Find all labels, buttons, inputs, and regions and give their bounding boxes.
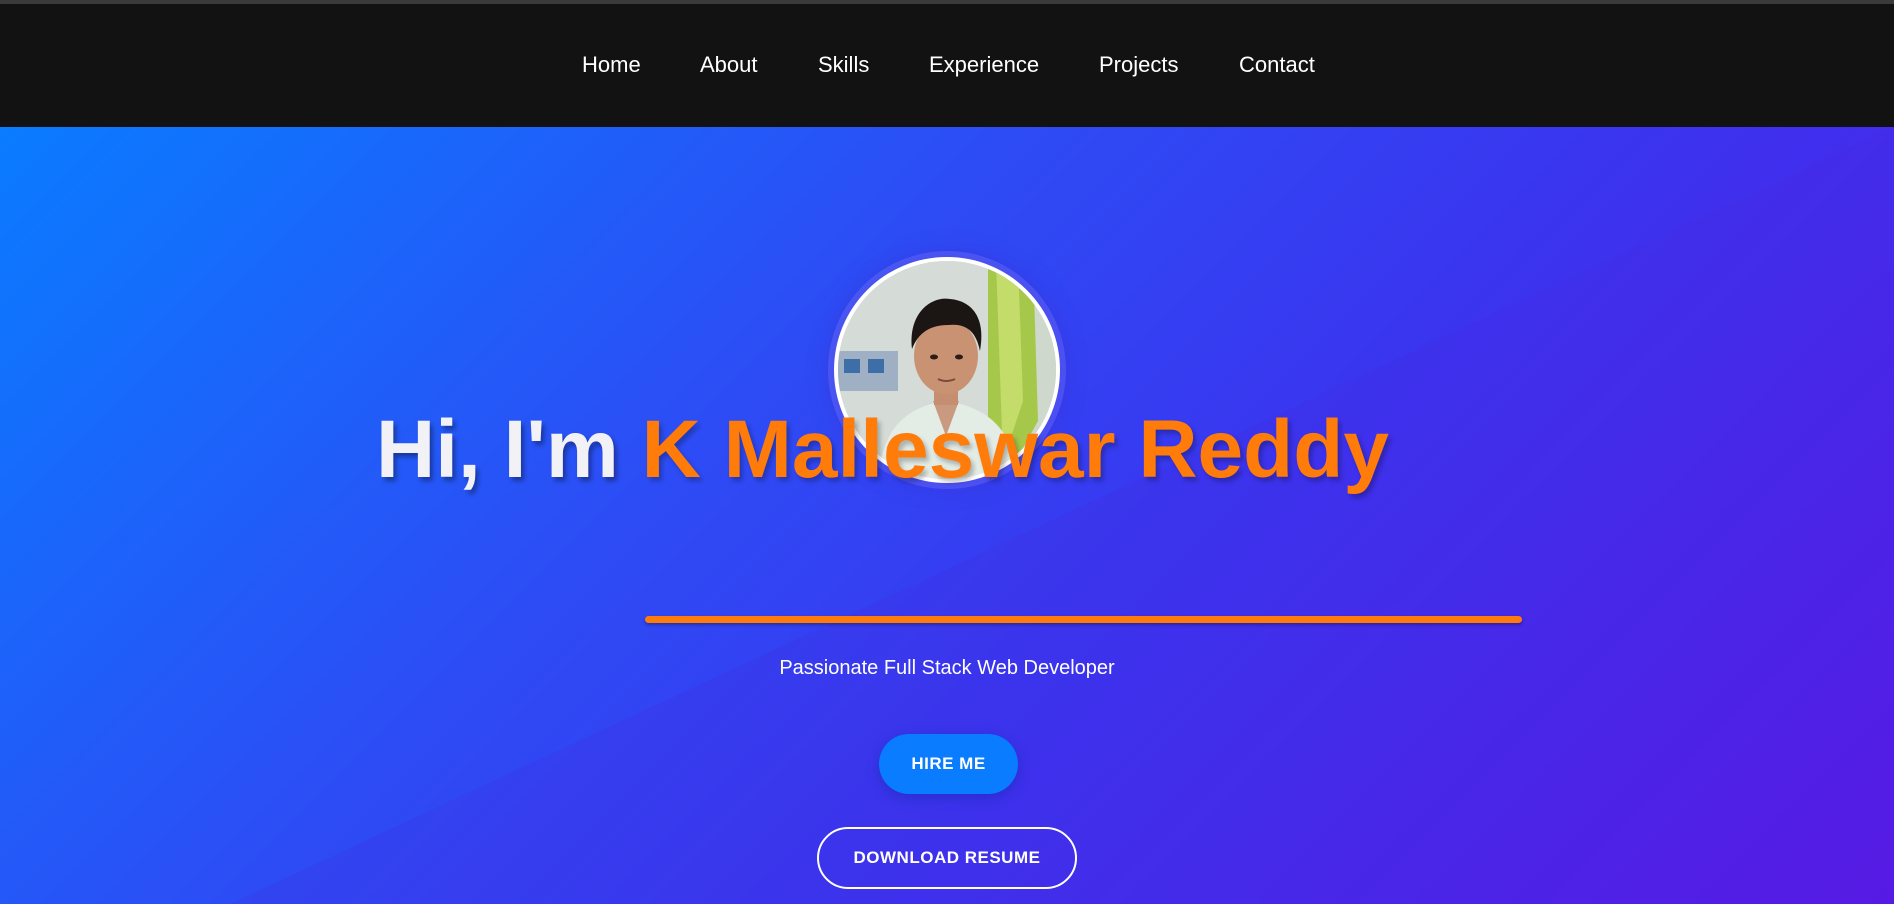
download-resume-button[interactable]: DOWNLOAD RESUME xyxy=(817,827,1077,889)
nav-skills[interactable]: Skills xyxy=(818,52,869,78)
hero-tagline: Passionate Full Stack Web Developer xyxy=(779,657,1115,679)
hero-headline: Hi, I'm K Malleswar Reddy xyxy=(376,400,1526,500)
hero-section: Passionate Full Stack Web Developer HIRE… xyxy=(0,127,1894,904)
nav-projects[interactable]: Projects xyxy=(1099,52,1178,78)
name-underline xyxy=(645,616,1522,623)
nav-about[interactable]: About xyxy=(700,52,758,78)
nav-contact[interactable]: Contact xyxy=(1239,52,1315,78)
nav-home[interactable]: Home xyxy=(582,52,641,78)
hero-name: K Malleswar Reddy xyxy=(641,404,1389,495)
hero-greeting: Hi, I'm xyxy=(376,404,619,495)
navbar: Home About Skills Experience Projects Co… xyxy=(0,4,1894,127)
hire-me-button[interactable]: HIRE ME xyxy=(879,734,1018,794)
nav-experience[interactable]: Experience xyxy=(929,52,1039,78)
